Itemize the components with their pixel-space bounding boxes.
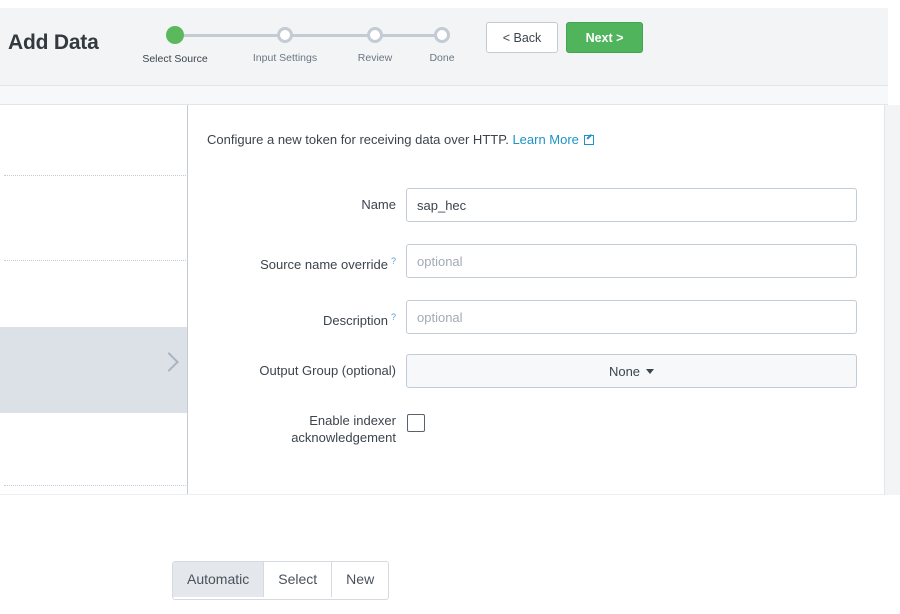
indexer-acknowledgement-checkbox[interactable] — [407, 414, 425, 432]
tab-automatic[interactable]: Automatic — [173, 562, 265, 597]
output-group-select[interactable]: None — [406, 354, 857, 388]
form-row-name: Name — [207, 188, 857, 222]
output-group-label: Output Group (optional) — [207, 354, 396, 388]
panel-right-gutter — [885, 105, 900, 495]
header-sub-strip — [0, 86, 888, 105]
back-button[interactable]: < Back — [486, 22, 558, 53]
sidebar-divider — [4, 260, 187, 261]
help-icon[interactable]: ? — [391, 256, 396, 266]
wizard-step-select-source[interactable]: Select Source — [130, 22, 220, 65]
next-button[interactable]: Next > — [566, 22, 643, 53]
wizard-step-input-settings[interactable]: Input Settings — [240, 22, 330, 64]
name-label: Name — [207, 188, 396, 222]
output-group-selected-value: None — [608, 364, 641, 379]
description-label-text: Description — [322, 313, 388, 328]
sidebar-item-label: end data over HTTP or — [0, 365, 180, 379]
source-name-override-label-text: Source name override — [260, 257, 388, 272]
sidebar-item-label: te: this uses WMI and — [0, 209, 180, 223]
name-label-text: Name — [361, 197, 396, 212]
source-type-sidebar: te: this uses WMI and an entire director… — [0, 105, 188, 494]
source-name-override-input[interactable] — [406, 244, 857, 278]
description-label: Description? — [207, 300, 396, 338]
page-title: Add Data — [8, 31, 99, 54]
source-name-override-label: Source name override? — [207, 244, 396, 282]
tab-new[interactable]: New — [332, 562, 389, 597]
tab-select[interactable]: Select — [264, 562, 333, 597]
wizard-step-label: Select Source — [142, 53, 208, 65]
ack-label-line-1: Enable indexer — [309, 413, 396, 428]
sidebar-item-label: a network port. — [0, 439, 180, 453]
index-mode-tabgroup: Automatic Select New — [172, 561, 390, 600]
form-row-source-name-override: Source name override? — [207, 244, 857, 278]
sidebar-item-http-event-collector[interactable]: end data over HTTP or — [0, 327, 187, 413]
external-link-icon — [583, 135, 594, 145]
indexer-acknowledgement-label: Enable indexer acknowledgement — [207, 412, 396, 446]
sidebar-item-label: an entire directory. — [0, 300, 180, 314]
sidebar-item-files-directories[interactable]: an entire directory. — [0, 280, 187, 327]
step-dot-pending-icon — [277, 27, 293, 43]
description-input[interactable] — [406, 300, 857, 334]
step-dot-pending-icon — [367, 27, 383, 43]
learn-more-link[interactable]: Learn More — [512, 132, 578, 147]
step-dot-pending-icon — [434, 27, 450, 43]
wizard-step-label: Input Settings — [252, 52, 318, 64]
form-row-output-group: Output Group (optional) None — [207, 354, 857, 388]
sidebar-item-tcp-udp[interactable]: a network port. — [0, 425, 187, 472]
sidebar-item-local-windows[interactable]: te: this uses WMI and — [0, 195, 187, 250]
name-input[interactable] — [406, 188, 857, 222]
intro-text: Configure a new token for receiving data… — [207, 132, 594, 147]
chevron-down-icon — [646, 369, 655, 374]
wizard-step-indicator: Select Source Input Settings Review Done — [130, 22, 480, 72]
help-icon[interactable]: ? — [391, 312, 396, 322]
wizard-step-done[interactable]: Done — [397, 22, 487, 64]
sidebar-divider — [4, 175, 187, 176]
form-row-description: Description? — [207, 300, 857, 334]
sidebar-divider — [4, 485, 187, 486]
output-group-label-text: Output Group (optional) — [259, 363, 396, 378]
ack-label-line-2: acknowledgement — [291, 430, 396, 445]
step-dot-completed-icon — [166, 26, 184, 44]
wizard-step-label: Done — [429, 52, 455, 64]
intro-description: Configure a new token for receiving data… — [207, 132, 509, 147]
